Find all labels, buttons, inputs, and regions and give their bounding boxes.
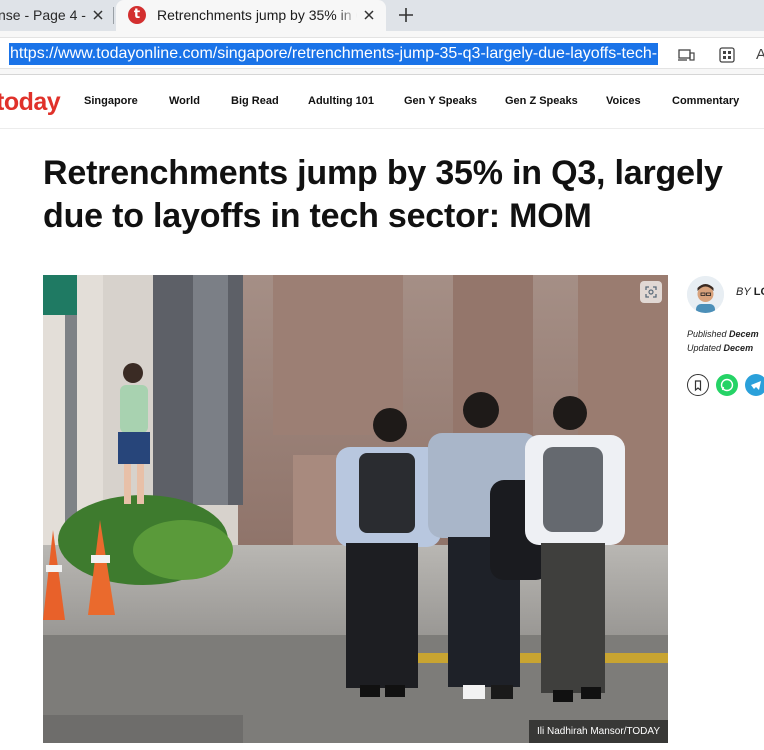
updated-date: Decem [723, 343, 754, 353]
browser-toolbar: https://www.todayonline.com/singapore/re… [0, 31, 764, 75]
whatsapp-share-button[interactable] [716, 374, 738, 396]
author-avatar[interactable] [687, 276, 724, 313]
whatsapp-icon [720, 378, 734, 392]
expand-image-icon[interactable] [640, 281, 662, 303]
devices-icon[interactable] [676, 45, 696, 65]
plus-icon [399, 8, 413, 22]
tab-strip: nse - Page 4 - t Retrenchments jump by 3… [0, 0, 764, 31]
article-hero-photo: Ili Nadhirah Mansor/TODAY [43, 275, 668, 743]
article-headline: Retrenchments jump by 35% in Q3, largely… [43, 154, 723, 235]
tab-title: Retrenchments jump by 35% in Q [157, 7, 357, 23]
nav-gen-z-speaks[interactable]: Gen Z Speaks [505, 95, 578, 107]
photo-credit: Ili Nadhirah Mansor/TODAY [528, 720, 668, 743]
nav-commentary[interactable]: Commentary [672, 95, 739, 107]
author-name[interactable]: LO [754, 286, 764, 298]
telegram-share-button[interactable] [745, 374, 764, 396]
nav-singapore[interactable]: Singapore [84, 95, 138, 107]
url-text[interactable]: https://www.todayonline.com/singapore/re… [9, 43, 659, 65]
nav-adulting-101[interactable]: Adulting 101 [308, 95, 374, 107]
byline: BY LO [736, 286, 764, 298]
tab-title: nse - Page 4 - [0, 7, 86, 23]
today-favicon-icon: t [128, 6, 146, 24]
site-logo[interactable]: today [0, 88, 61, 117]
updated-info: Updated Decem [687, 343, 753, 353]
published-date: Decem [729, 329, 759, 339]
tab-current[interactable]: t Retrenchments jump by 35% in Q [116, 0, 386, 31]
nav-big-read[interactable]: Big Read [231, 95, 279, 107]
tab-previous[interactable]: nse - Page 4 - [0, 0, 113, 31]
nav-world[interactable]: World [169, 95, 200, 107]
byline-prefix: BY [736, 286, 751, 298]
new-tab-button[interactable] [394, 3, 418, 27]
published-info: Published Decem [687, 329, 759, 339]
close-icon[interactable] [359, 5, 379, 25]
nav-gen-y-speaks[interactable]: Gen Y Speaks [404, 95, 477, 107]
read-aloud-icon[interactable]: A [756, 45, 764, 65]
bookmark-button[interactable] [687, 374, 709, 396]
updated-label: Updated [687, 343, 722, 353]
close-icon[interactable] [88, 5, 108, 25]
bookmark-icon [694, 380, 702, 392]
address-bar[interactable]: https://www.todayonline.com/singapore/re… [0, 37, 764, 69]
street-scene-image [43, 275, 668, 743]
published-label: Published [687, 329, 727, 339]
nav-voices[interactable]: Voices [606, 95, 641, 107]
site-navigation: today Singapore World Big Read Adulting … [0, 76, 764, 129]
apps-icon[interactable] [717, 45, 737, 65]
tab-divider [113, 7, 114, 24]
telegram-icon [751, 381, 761, 390]
